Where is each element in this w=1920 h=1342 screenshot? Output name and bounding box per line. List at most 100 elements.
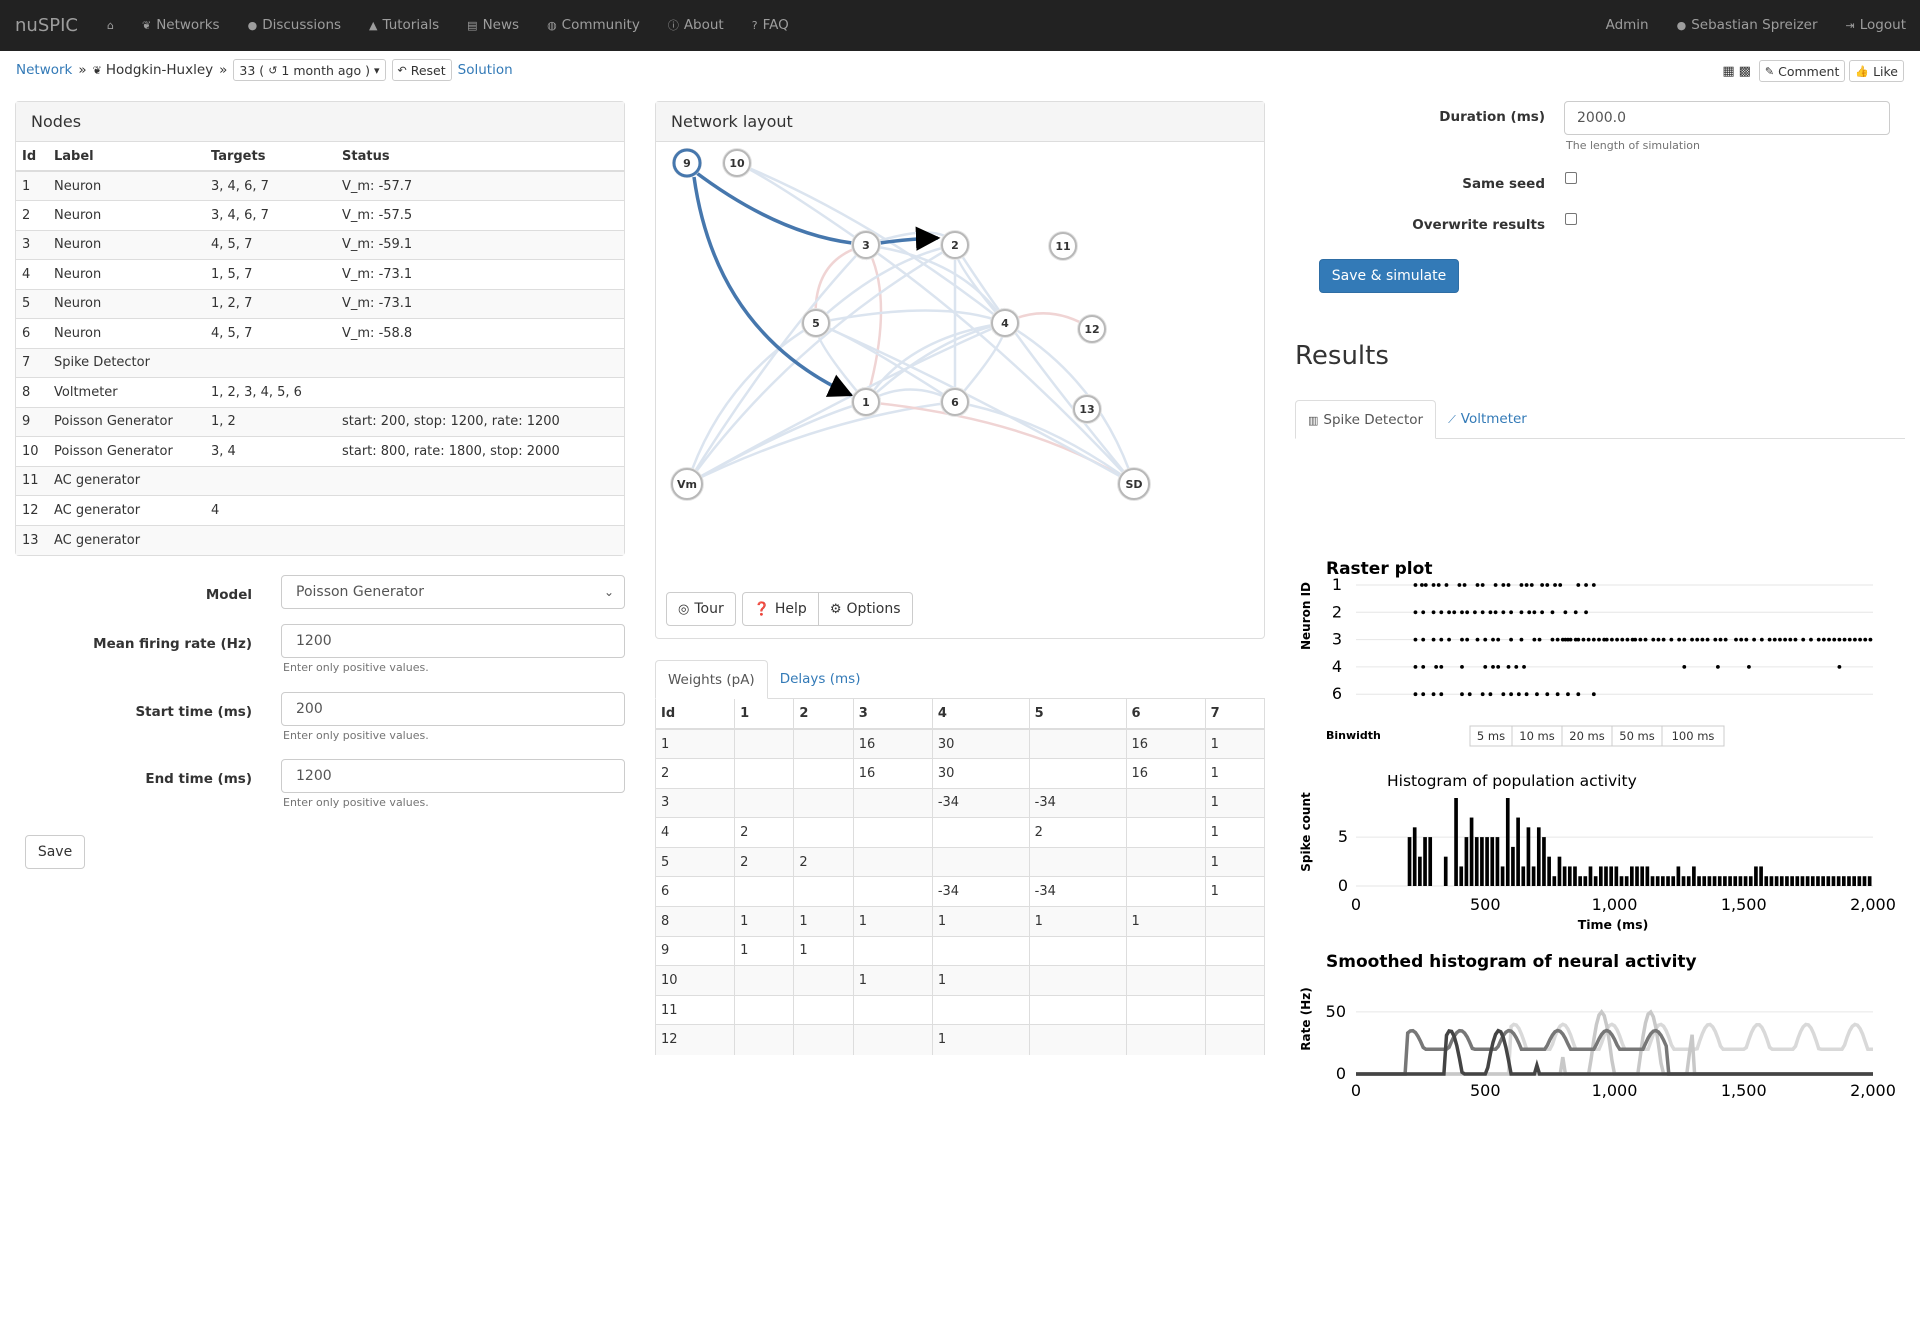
weight-cell[interactable]: 1: [734, 906, 795, 937]
graph-node-5[interactable]: 5: [801, 308, 831, 338]
weight-cell[interactable]: [1029, 994, 1127, 1025]
weight-cell[interactable]: [853, 994, 933, 1025]
weight-cell[interactable]: 30: [932, 728, 1030, 759]
weight-cell[interactable]: [1126, 935, 1206, 966]
weight-cell[interactable]: [734, 876, 795, 907]
weight-cell[interactable]: [1029, 758, 1127, 789]
start-time-input[interactable]: 200: [281, 692, 625, 726]
weight-cell[interactable]: [853, 1024, 933, 1055]
weight-cell[interactable]: 1: [734, 935, 795, 966]
grid-small-icon[interactable]: ▦: [1722, 65, 1734, 78]
weight-cell[interactable]: [793, 965, 854, 996]
weight-cell[interactable]: -34: [1029, 787, 1127, 818]
table-row[interactable]: 9 Poisson Generator 1, 2 start: 200, stop: …: [16, 406, 624, 437]
table-row[interactable]: 11 AC generator: [16, 465, 624, 496]
weight-cell[interactable]: 1: [932, 1024, 1030, 1055]
graph-node-13[interactable]: 13: [1072, 394, 1102, 424]
graph-node-11[interactable]: 11: [1048, 231, 1078, 261]
nav-faq[interactable]: ? FAQ: [738, 0, 803, 51]
nav-networks[interactable]: ❦ Networks: [128, 0, 234, 51]
weight-cell[interactable]: 2: [734, 817, 795, 848]
tour-button[interactable]: ◎ Tour: [666, 592, 736, 626]
brand-logo[interactable]: nuSPIC: [0, 0, 93, 51]
weight-cell[interactable]: [734, 1024, 795, 1055]
version-dropdown[interactable]: 33 (↺ 1 month ago ) ▾: [233, 59, 386, 81]
weight-cell[interactable]: -34: [932, 876, 1030, 907]
weight-cell[interactable]: 1: [1205, 846, 1266, 877]
weight-cell[interactable]: 1: [793, 906, 854, 937]
binwidth-button[interactable]: 10 ms: [1511, 725, 1563, 747]
graph-node-1[interactable]: 1: [851, 387, 881, 417]
options-button[interactable]: ⚙ Options: [818, 592, 913, 626]
table-row[interactable]: 3 Neuron 4, 5, 7 V_m: -59.1: [16, 229, 624, 260]
comment-button[interactable]: ✎ Comment: [1758, 60, 1846, 82]
graph-node-9[interactable]: 9: [672, 148, 702, 178]
weight-cell[interactable]: [1029, 1024, 1127, 1055]
weight-cell[interactable]: [734, 728, 795, 759]
reset-button[interactable]: ↶ Reset: [391, 59, 452, 81]
weight-cell[interactable]: [932, 846, 1030, 877]
binwidth-button[interactable]: 20 ms: [1561, 725, 1613, 747]
graph-node-3[interactable]: 3: [851, 230, 881, 260]
weight-cell[interactable]: 1: [932, 965, 1030, 996]
graph-node-12[interactable]: 12: [1077, 314, 1107, 344]
tab-delays[interactable]: Delays (ms): [768, 660, 873, 699]
weight-cell[interactable]: 1: [853, 965, 933, 996]
weight-cell[interactable]: [1029, 846, 1127, 877]
weight-cell[interactable]: [932, 817, 1030, 848]
graph-node-4[interactable]: 4: [990, 308, 1020, 338]
save-and-simulate-button[interactable]: Save & simulate: [1319, 259, 1459, 293]
table-row[interactable]: 7 Spike Detector: [16, 347, 624, 378]
weight-cell[interactable]: 2: [793, 846, 854, 877]
weight-cell[interactable]: [793, 787, 854, 818]
weight-cell[interactable]: [1126, 876, 1206, 907]
weight-cell[interactable]: [734, 787, 795, 818]
tab-weights[interactable]: Weights (pA): [655, 660, 768, 699]
tab-spike-detector[interactable]: ▥ Spike Detector: [1295, 400, 1437, 439]
weight-cell[interactable]: 16: [853, 758, 933, 789]
weight-cell[interactable]: [853, 787, 933, 818]
weight-cell[interactable]: [932, 994, 1030, 1025]
table-row[interactable]: 8 Voltmeter 1, 2, 3, 4, 5, 6: [16, 377, 624, 407]
weight-cell[interactable]: 1: [1205, 728, 1266, 759]
table-row[interactable]: 4 Neuron 1, 5, 7 V_m: -73.1: [16, 259, 624, 289]
nav-about[interactable]: ⓘ About: [654, 0, 738, 51]
weight-cell[interactable]: 1: [1205, 787, 1266, 818]
weight-cell[interactable]: [793, 728, 854, 759]
table-row[interactable]: 6 Neuron 4, 5, 7 V_m: -58.8: [16, 318, 624, 348]
table-row[interactable]: 10 Poisson Generator 3, 4 start: 800, rate:…: [16, 436, 624, 466]
weight-cell[interactable]: [1126, 787, 1206, 818]
weight-cell[interactable]: [793, 758, 854, 789]
weight-cell[interactable]: [1205, 994, 1266, 1025]
weight-cell[interactable]: [734, 994, 795, 1025]
weight-cell[interactable]: [734, 758, 795, 789]
same-seed-checkbox[interactable]: [1565, 172, 1577, 184]
graph-node-sd[interactable]: SD: [1117, 467, 1151, 501]
weight-cell[interactable]: [1029, 728, 1127, 759]
graph-node-6[interactable]: 6: [940, 387, 970, 417]
table-row[interactable]: 5 Neuron 1, 2, 7 V_m: -73.1: [16, 288, 624, 319]
save-button[interactable]: Save: [25, 835, 85, 869]
weight-cell[interactable]: 2: [1029, 817, 1127, 848]
network-graph[interactable]: 9 10 3 2 11 5 4 12 1 6 13 Vm SD: [656, 143, 1264, 583]
nav-news[interactable]: ▤ News: [453, 0, 533, 51]
help-button[interactable]: ❓ Help: [741, 592, 819, 626]
graph-node-vm[interactable]: Vm: [670, 467, 704, 501]
end-time-input[interactable]: 1200: [281, 759, 625, 793]
weight-cell[interactable]: [793, 876, 854, 907]
grid-large-icon[interactable]: ▩: [1739, 65, 1751, 78]
weight-cell[interactable]: [1205, 1024, 1266, 1055]
weight-cell[interactable]: [1205, 965, 1266, 996]
binwidth-button[interactable]: 100 ms: [1661, 725, 1725, 747]
nav-discussions[interactable]: ● Discussions: [234, 0, 355, 51]
table-row[interactable]: 2 Neuron 3, 4, 6, 7 V_m: -57.5: [16, 200, 624, 230]
weight-cell[interactable]: 1: [1205, 758, 1266, 789]
solution-link[interactable]: Solution: [458, 62, 513, 78]
nav-community[interactable]: ◍ Community: [533, 0, 654, 51]
weight-cell[interactable]: [1029, 965, 1127, 996]
weight-cell[interactable]: -34: [932, 787, 1030, 818]
weight-cell[interactable]: [853, 817, 933, 848]
weight-cell[interactable]: [853, 846, 933, 877]
binwidth-button[interactable]: 5 ms: [1469, 725, 1513, 747]
nav-tutorials[interactable]: ▲ Tutorials: [355, 0, 453, 51]
